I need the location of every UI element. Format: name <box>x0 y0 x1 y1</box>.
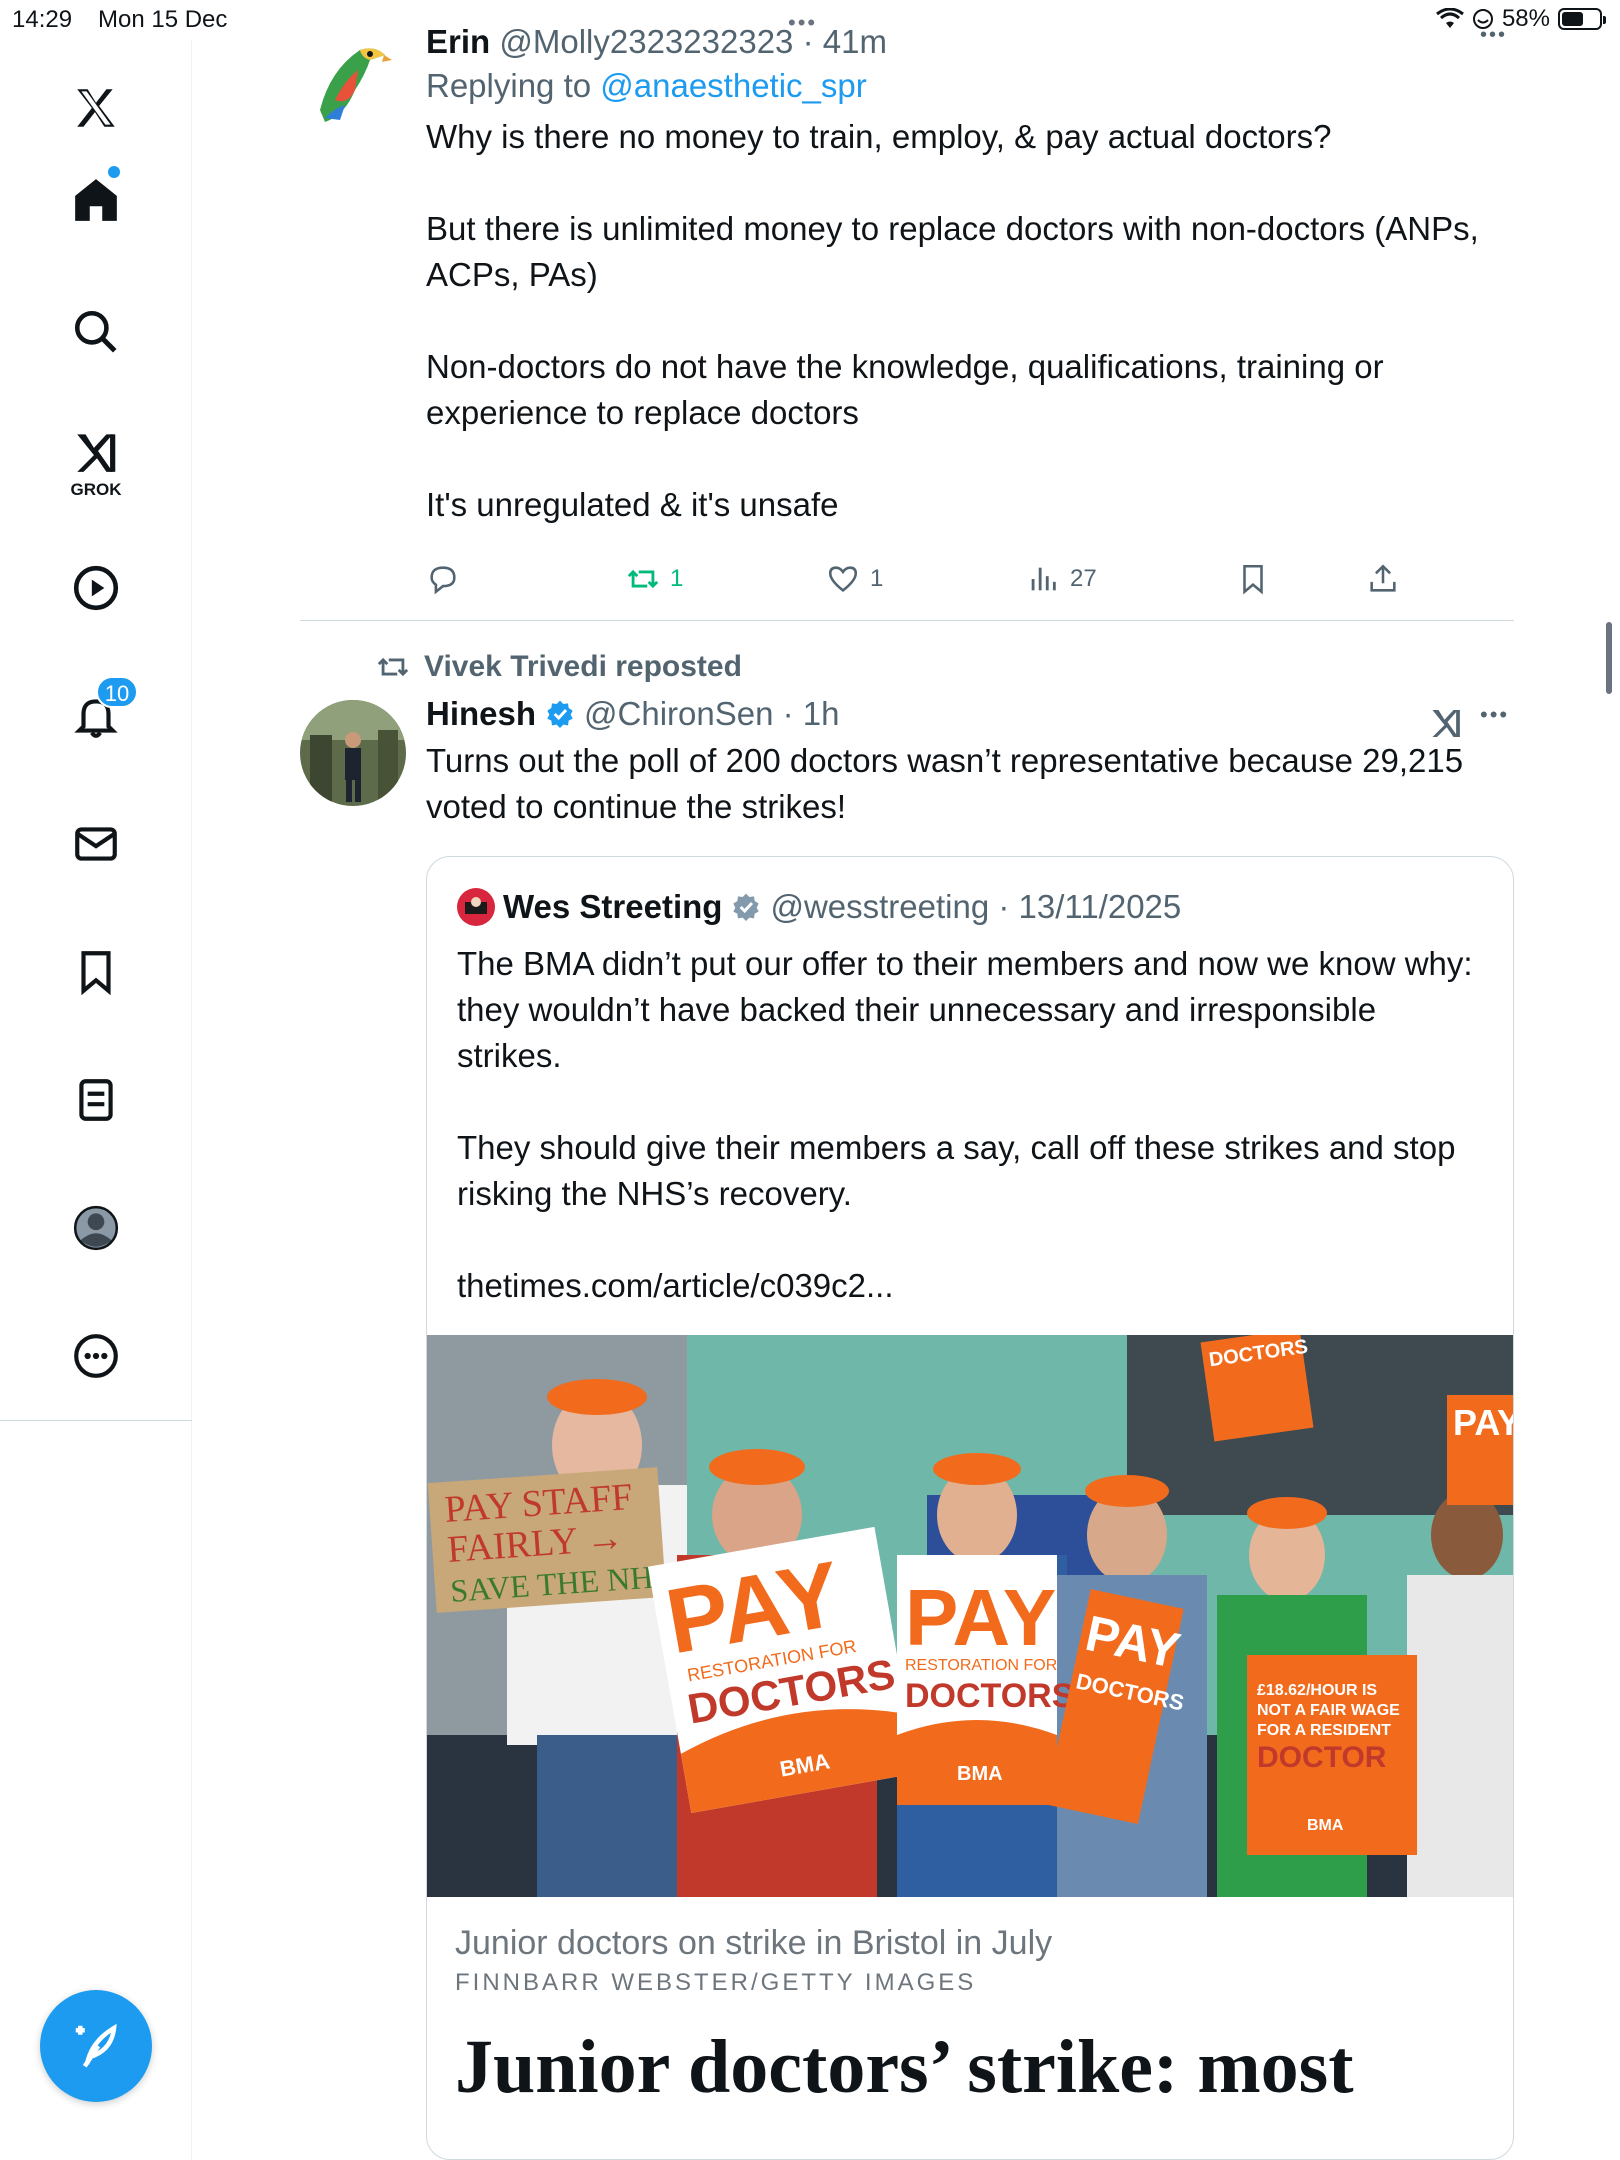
home-notification-dot <box>108 166 120 178</box>
sign-bma-2: BMA <box>957 1763 1003 1785</box>
views-count: 27 <box>1070 565 1097 592</box>
views-button[interactable]: 27 <box>1026 562 1097 596</box>
share-icon <box>1370 564 1396 592</box>
caption-text: Junior doctors on strike in Bristol in J… <box>455 1924 1053 1962</box>
notifications-badge: 10 <box>96 676 138 708</box>
replying-prefix: Replying to <box>426 67 601 104</box>
more-icon[interactable] <box>56 1316 136 1396</box>
sign-pay-2: PAY <box>905 1573 1056 1662</box>
profile-icon[interactable] <box>56 1188 136 1268</box>
status-date: Mon 15 Dec <box>98 6 228 33</box>
sign-wage-line3: FOR A RESIDENT <box>1257 1722 1391 1739</box>
sidebar-divider <box>0 1420 192 1421</box>
author-name[interactable]: Hinesh <box>426 692 536 736</box>
quoted-post[interactable]: Wes Streeting @wesstreeting · 13/11/2025… <box>426 856 1514 2160</box>
author-name[interactable]: Erin <box>426 23 490 60</box>
reply-post[interactable]: Erin @Molly2323232323 · 41m Replying to … <box>300 20 1514 621</box>
repost-header: Hinesh @ChironSen · 1h <box>426 692 1514 736</box>
gov-verified-badge-icon <box>733 893 760 921</box>
like-count: 1 <box>870 565 884 592</box>
reply-post-content: Erin @Molly2323232323 · 41m Replying to … <box>426 20 1514 528</box>
avatar-erin[interactable] <box>300 30 406 136</box>
sign-bma-4: BMA <box>1307 1817 1344 1834</box>
post-text: Why is there no money to train, employ, … <box>426 118 1479 523</box>
views-icon <box>1031 567 1056 591</box>
repost[interactable]: Vivek Trivedi reposted Hinesh @ChironSen… <box>300 620 1514 2160</box>
status-time: 14:29 <box>12 6 73 33</box>
home-icon[interactable] <box>56 160 136 240</box>
retweet-count: 1 <box>670 565 684 592</box>
bookmark-button[interactable] <box>1236 562 1270 596</box>
more-options-icon[interactable]: ••• <box>1480 702 1509 728</box>
avatar-hinesh[interactable] <box>300 700 406 806</box>
reply-post-header: Erin @Molly2323232323 · 41m <box>426 20 1514 64</box>
post-actions: 1 1 27 <box>426 562 1426 606</box>
post-text: Turns out the poll of 200 doctors wasn’t… <box>426 742 1464 825</box>
separator: · <box>773 695 803 732</box>
verified-badge-icon <box>547 700 573 728</box>
quote-date[interactable]: 13/11/2025 <box>1019 888 1182 925</box>
quote-author-name[interactable]: Wes Streeting <box>503 885 722 929</box>
quote-author-avatar[interactable] <box>457 888 495 926</box>
quote-text: The BMA didn’t put our offer to their me… <box>457 945 1473 1304</box>
compose-icon <box>75 2023 117 2068</box>
article-photo[interactable]: PAY STAFF FAIRLY → SAVE THE NHS PAY REST… <box>427 1335 1514 1897</box>
author-handle[interactable]: @Molly2323232323 <box>499 23 793 60</box>
article-headline[interactable]: Junior doctors’ strike: most <box>427 1997 1513 2115</box>
grok-label: GROK <box>70 480 122 499</box>
sign-doctors-2: DOCTORS <box>905 1677 1074 1715</box>
separator: · <box>989 888 1019 925</box>
sign-wage-line2: NOT A FAIR WAGE <box>1257 1702 1400 1719</box>
replying-to-link[interactable]: @anaesthetic_spr <box>600 67 866 104</box>
quote-header: Wes Streeting @wesstreeting · 13/11/2025 <box>457 885 1483 929</box>
share-button[interactable] <box>1366 562 1400 596</box>
reply-icon <box>430 566 456 595</box>
play-icon[interactable] <box>56 548 136 628</box>
replying-to: Replying to @anaesthetic_spr <box>426 64 1514 108</box>
reposted-by[interactable]: Vivek Trivedi reposted <box>424 650 742 684</box>
like-button[interactable]: 1 <box>826 562 883 596</box>
battery-level <box>1562 12 1583 26</box>
reply-button[interactable] <box>426 562 460 596</box>
battery-icon <box>1558 8 1606 30</box>
photo-credit: FINNBARR WEBSTER/GETTY IMAGES <box>455 1969 977 1996</box>
sign-pay-5: PAY <box>1453 1402 1514 1443</box>
sidebar: GROK 10 <box>0 40 192 2160</box>
post-time[interactable]: 41m <box>823 23 887 60</box>
scrollbar[interactable] <box>1606 622 1612 694</box>
repost-indicator: Vivek Trivedi reposted <box>376 650 742 684</box>
timeline: Erin @Molly2323232323 · 41m Replying to … <box>300 20 1514 2160</box>
compose-button[interactable] <box>40 1990 152 2102</box>
author-handle[interactable]: @ChironSen <box>584 695 773 732</box>
bell-icon[interactable]: 10 <box>56 676 138 756</box>
quote-author-handle[interactable]: @wesstreeting <box>770 888 989 925</box>
sign-wage-line1: £18.62/HOUR IS <box>1257 1682 1377 1699</box>
sign-restoration-2: RESTORATION FOR <box>905 1657 1057 1674</box>
grok-icon[interactable]: GROK <box>56 420 136 500</box>
mail-icon[interactable] <box>56 804 136 884</box>
grok-explain-icon[interactable] <box>1428 704 1464 740</box>
retweet-button[interactable]: 1 <box>626 562 683 596</box>
x-logo-icon[interactable] <box>56 68 136 148</box>
photo-caption: Junior doctors on strike in Bristol in J… <box>427 1897 1513 1997</box>
repost-icon <box>377 657 409 677</box>
retweet-icon <box>627 569 659 589</box>
bookmark-icon[interactable] <box>56 932 136 1012</box>
bookmark-icon <box>1243 564 1263 595</box>
more-options-icon[interactable]: ••• <box>1480 24 1507 47</box>
sign-wage-line4: DOCTOR <box>1257 1741 1387 1774</box>
search-icon[interactable] <box>56 292 136 372</box>
lists-icon[interactable] <box>56 1060 136 1140</box>
heart-icon <box>828 566 858 592</box>
separator: · <box>793 23 823 60</box>
quote-body: Wes Streeting @wesstreeting · 13/11/2025… <box>427 857 1513 1309</box>
repost-content: Hinesh @ChironSen · 1h Turns out the pol… <box>426 692 1514 830</box>
post-time[interactable]: 1h <box>803 695 840 732</box>
